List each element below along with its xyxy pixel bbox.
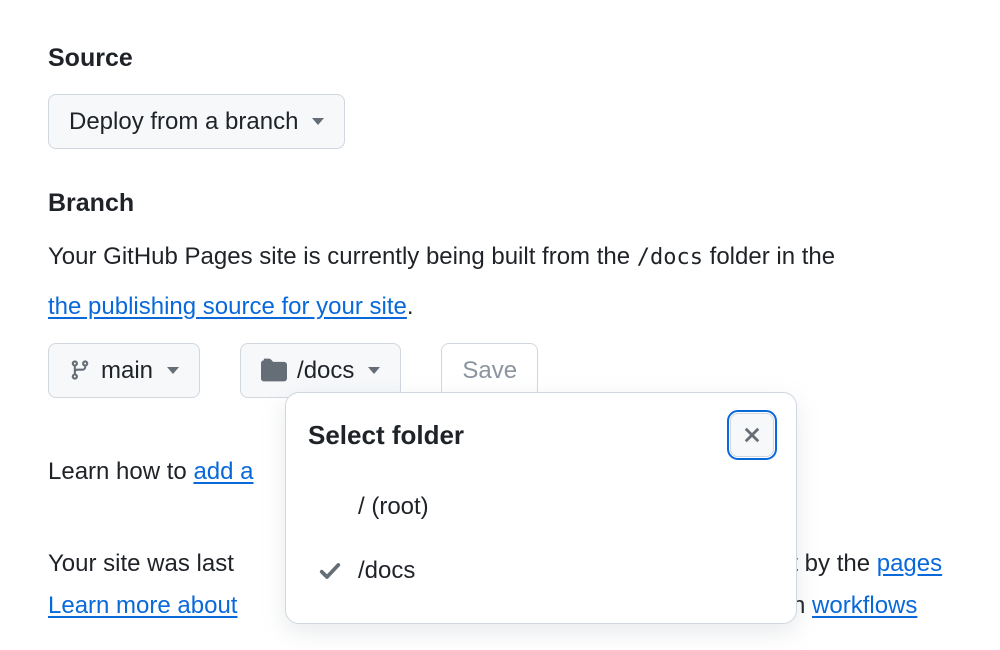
folder-name-label: /docs — [297, 354, 354, 388]
caret-down-icon — [368, 367, 380, 374]
check-slot — [316, 559, 344, 583]
select-folder-popover: Select folder / (root) /docs — [285, 392, 797, 624]
caret-down-icon — [312, 118, 324, 125]
workflows-link[interactable]: workflows — [812, 592, 917, 619]
folder-option-docs[interactable]: /docs — [308, 539, 774, 603]
learn-more-link[interactable]: Learn more about — [48, 592, 237, 619]
jekyll-link[interactable]: add a — [193, 458, 253, 485]
branch-name-label: main — [101, 354, 153, 388]
save-label: Save — [462, 354, 517, 388]
git-branch-icon — [69, 359, 91, 381]
folder-option-root[interactable]: / (root) — [308, 475, 774, 539]
source-section: Source Deploy from a branch — [48, 40, 952, 149]
folder-code: /docs — [637, 245, 703, 270]
branch-description-line2: the publishing source for your site. — [48, 289, 952, 325]
branch-description: Your GitHub Pages site is currently bein… — [48, 239, 952, 275]
branch-heading: Branch — [48, 185, 952, 223]
popover-title: Select folder — [308, 416, 464, 455]
save-button[interactable]: Save — [441, 343, 538, 399]
close-button[interactable] — [730, 413, 774, 457]
folder-icon — [261, 358, 287, 382]
folder-option-label: /docs — [358, 553, 415, 589]
close-icon — [742, 425, 762, 445]
caret-down-icon — [167, 367, 179, 374]
branch-dropdown[interactable]: main — [48, 343, 200, 399]
check-icon — [318, 559, 342, 583]
deploy-source-label: Deploy from a branch — [69, 105, 298, 139]
publishing-source-link[interactable]: the publishing source for your site — [48, 293, 407, 320]
branch-controls: main /docs Save — [48, 343, 952, 399]
source-heading: Source — [48, 40, 952, 78]
popover-header: Select folder — [308, 413, 774, 457]
folder-dropdown[interactable]: /docs — [240, 343, 401, 399]
pages-link[interactable]: pages — [877, 550, 942, 577]
deploy-source-dropdown[interactable]: Deploy from a branch — [48, 94, 345, 150]
folder-option-label: / (root) — [358, 489, 429, 525]
